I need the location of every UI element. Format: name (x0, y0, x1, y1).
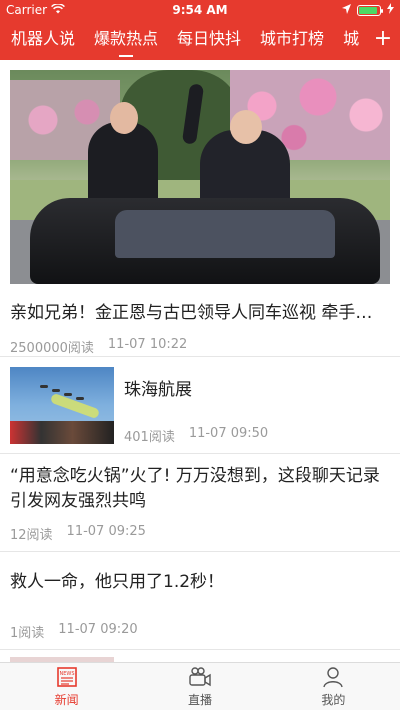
news-icon: NEWS (54, 665, 80, 689)
status-time: 9:54 AM (172, 3, 228, 17)
location-arrow-icon (341, 3, 351, 17)
tab-city-ranking[interactable]: 城市打榜 (260, 20, 324, 60)
news-icon-text: NEWS (59, 671, 74, 677)
channel-tabs: 机器人说 爆款热点 每日快抖 城市打榜 城 (0, 20, 366, 60)
news-meta: 401阅读 11-07 09:50 (124, 426, 268, 445)
profile-icon (320, 665, 346, 689)
tab-news[interactable]: NEWS 新闻 (0, 663, 133, 710)
publish-time: 11-07 10:22 (107, 337, 188, 352)
news-item-with-thumbnail[interactable]: 珠海航展 401阅读 11-07 09:50 (0, 357, 400, 454)
charging-bolt-icon (386, 3, 394, 17)
read-count: 12阅读 (10, 528, 53, 543)
news-title: 亲如兄弟！金正恩与古巴领导人同车巡视 牵手… (10, 303, 373, 323)
read-count: 2500000阅读 (10, 341, 94, 356)
news-item-large[interactable]: 亲如兄弟！金正恩与古巴领导人同车巡视 牵手… 2500000阅读 11-07 1… (0, 60, 400, 357)
news-meta: 2500000阅读 11-07 10:22 (10, 337, 390, 356)
read-count: 401阅读 (124, 430, 175, 445)
news-item-text[interactable]: 救人一命，他只用了1.2秒！ 1阅读 11-07 09:20 (0, 552, 400, 650)
publish-time: 11-07 09:50 (188, 426, 269, 441)
read-count: 1阅读 (10, 626, 45, 641)
status-bar: Carrier 9:54 AM (0, 0, 400, 20)
battery-icon (356, 4, 383, 16)
news-item-text[interactable]: “用意念吃火锅”火了! 万万没想到，这段聊天记录引发网友强烈共鸣 12阅读 11… (0, 454, 400, 552)
status-left: Carrier (6, 3, 135, 17)
tab-label: 我的 (321, 693, 346, 707)
tab-label: 新闻 (54, 693, 79, 707)
tab-live[interactable]: 直播 (133, 663, 266, 710)
carrier-label: Carrier (6, 3, 48, 17)
status-right (265, 3, 394, 17)
news-meta: 1阅读 11-07 09:20 (10, 622, 138, 641)
live-camera-icon (187, 665, 213, 689)
publish-time: 11-07 09:25 (66, 524, 146, 539)
battery-level (358, 6, 377, 14)
wifi-icon (51, 3, 65, 17)
tab-hot-topics[interactable]: 爆款热点 (94, 20, 158, 60)
add-channel-button[interactable]: + (366, 20, 400, 60)
news-hero-image (10, 70, 390, 284)
tab-robot-says[interactable]: 机器人说 (11, 20, 75, 60)
bottom-tab-bar: NEWS 新闻 直播 我的 (0, 662, 400, 710)
tab-profile[interactable]: 我的 (267, 663, 400, 710)
news-thumbnail-image (10, 367, 114, 444)
news-title: 救人一命，他只用了1.2秒！ (10, 572, 225, 592)
news-title: 珠海航展 (124, 380, 192, 400)
channel-nav-bar: 机器人说 爆款热点 每日快抖 城市打榜 城 + (0, 20, 400, 60)
tab-daily-quick[interactable]: 每日快抖 (177, 20, 241, 60)
news-body: 珠海航展 401阅读 11-07 09:50 (114, 367, 390, 453)
news-meta: 12阅读 11-07 09:25 (10, 524, 146, 543)
publish-time: 11-07 09:20 (58, 622, 138, 637)
news-feed: 亲如兄弟！金正恩与古巴领导人同车巡视 牵手… 2500000阅读 11-07 1… (0, 60, 400, 662)
news-title: “用意念吃火锅”火了! 万万没想到，这段聊天记录引发网友强烈共鸣 (10, 466, 380, 511)
tab-label: 直播 (187, 693, 212, 707)
tab-city-partial[interactable]: 城 (343, 20, 359, 60)
